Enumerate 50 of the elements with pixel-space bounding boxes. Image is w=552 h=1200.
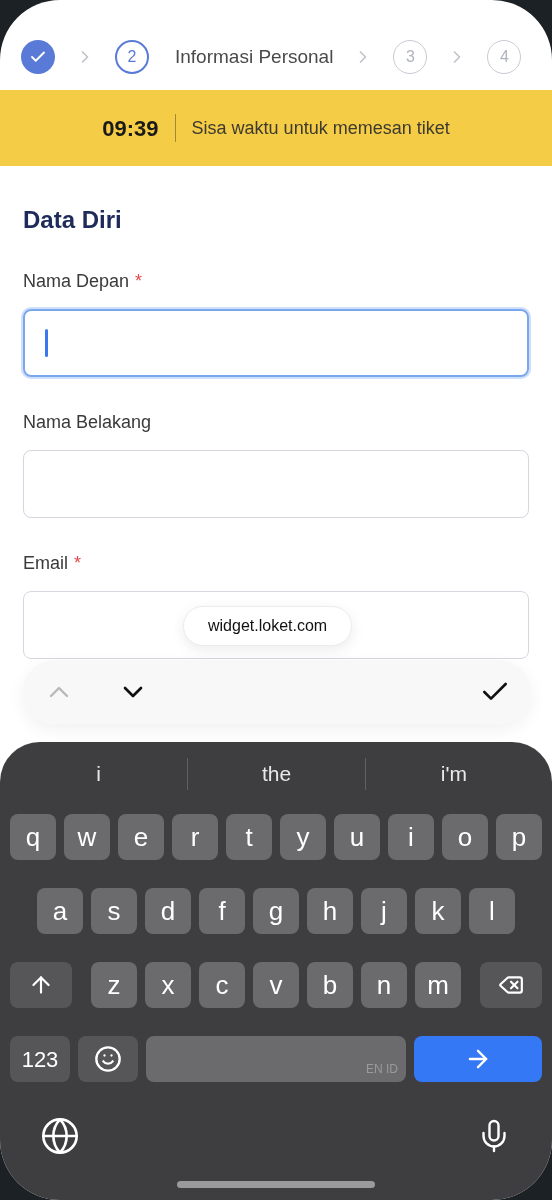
globe-icon[interactable] (40, 1116, 80, 1156)
field-label: Nama Depan (23, 270, 130, 293)
delete-key[interactable] (480, 962, 542, 1008)
required-mark: * (74, 552, 82, 575)
letter-key[interactable]: g (253, 888, 299, 934)
input-field[interactable] (23, 309, 529, 377)
emoji-icon (94, 1045, 122, 1073)
letter-key[interactable]: b (307, 962, 353, 1008)
letter-key[interactable]: y (280, 814, 326, 860)
letter-key[interactable]: l (469, 888, 515, 934)
letter-key[interactable]: u (334, 814, 380, 860)
letter-key[interactable]: w (64, 814, 110, 860)
countdown-time: 09:39 (102, 114, 159, 143)
letter-key[interactable]: r (172, 814, 218, 860)
numbers-key[interactable]: 123 (10, 1036, 70, 1082)
letter-key[interactable]: o (442, 814, 488, 860)
letter-key[interactable]: x (145, 962, 191, 1008)
letter-key[interactable]: v (253, 962, 299, 1008)
emoji-key[interactable] (78, 1036, 138, 1082)
required-mark: * (135, 270, 143, 293)
suggestion[interactable]: i (10, 758, 188, 790)
letter-key[interactable]: t (226, 814, 272, 860)
field-label: Nama Belakang (23, 411, 152, 434)
letter-key[interactable]: f (199, 888, 245, 934)
letter-key[interactable]: a (37, 888, 83, 934)
timer-text: Sisa waktu untuk memesan tiket (191, 116, 450, 140)
letter-key[interactable]: n (361, 962, 407, 1008)
step-number: 2 (115, 40, 149, 74)
shift-key[interactable] (10, 962, 72, 1008)
step-title: Informasi Personal (175, 44, 334, 69)
letter-key[interactable]: p (496, 814, 542, 860)
letter-key[interactable]: h (307, 888, 353, 934)
letter-key[interactable]: d (145, 888, 191, 934)
suggestion[interactable]: the (188, 758, 365, 790)
letter-key[interactable]: c (199, 962, 245, 1008)
field-label: Email (23, 552, 68, 575)
text-cursor (45, 329, 48, 357)
letter-key[interactable]: s (91, 888, 137, 934)
section-title: Data Diri (23, 205, 123, 235)
letter-key[interactable]: k (415, 888, 461, 934)
letter-key[interactable]: m (415, 962, 461, 1008)
input-field[interactable] (23, 591, 529, 659)
letter-key[interactable]: j (361, 888, 407, 934)
suggestion[interactable]: i'm (365, 758, 542, 790)
letter-key[interactable]: z (91, 962, 137, 1008)
url-pill[interactable]: widget.loket.com (183, 606, 353, 646)
letter-key[interactable]: e (118, 814, 164, 860)
input-field[interactable] (23, 450, 529, 518)
letter-key[interactable]: q (10, 814, 56, 860)
letter-key[interactable]: i (388, 814, 434, 860)
